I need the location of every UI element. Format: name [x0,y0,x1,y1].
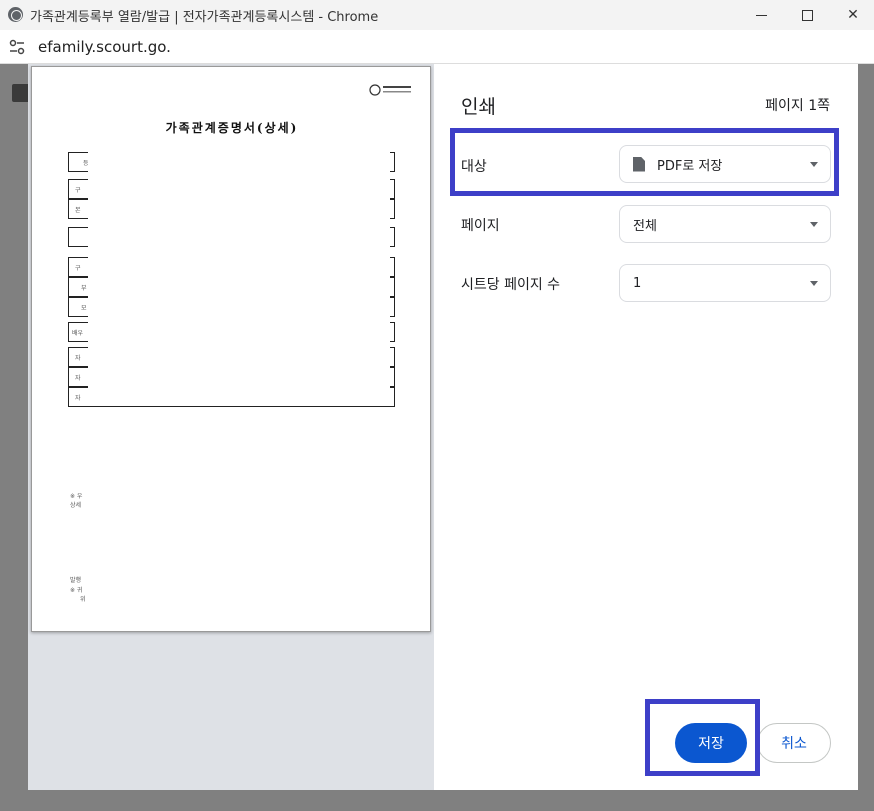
footer-line: 위 [80,596,86,603]
chevron-down-icon [810,281,818,286]
site-info-icon[interactable] [9,39,25,55]
url-text[interactable]: efamily.scourt.go.kı [38,38,184,56]
minimize-button[interactable] [738,0,784,30]
footnote-line: 상세 [70,502,82,509]
close-window-button[interactable]: ✕ [830,0,874,30]
court-logo-icon [369,84,411,96]
window-titlebar: 가족관계등록부 열람/발급 | 전자가족관계등록시스템 - Chrome ✕ [0,0,874,30]
document-title: 가족관계증명서(상세) [165,121,299,135]
save-button[interactable]: 저장 [675,723,747,763]
pages-value: 전체 [633,218,657,234]
row-label: 자 [75,395,81,402]
row-label: 자 [75,355,81,362]
maximize-icon [801,9,813,21]
footnote-line: ※ 우 [70,493,83,500]
url-redaction [172,34,398,60]
pages-select[interactable]: 전체 [619,205,831,243]
preview-page: 가족관계증명서(상세) 등 구 본 구 부 모 배우 자 자 자 ※ 우 상세 … [31,66,431,632]
page-count: 페이지 1쪽 [765,98,830,114]
maximize-button[interactable] [784,0,830,30]
row-label: 본 [75,207,81,214]
print-dialog-title: 인쇄 [461,96,496,118]
footer-line: 발행 [70,577,82,584]
row-label: 배우 [72,330,84,337]
redaction-block [88,151,390,406]
globe-icon [8,7,23,22]
row-label: 자 [75,375,81,382]
chevron-down-icon [810,162,818,167]
footer-line: ※ 귀 [70,587,83,594]
minimize-icon [755,14,767,16]
destination-value: PDF로 저장 [657,158,723,174]
destination-label: 대상 [461,159,487,175]
row-label: 구 [75,187,81,194]
row-label: 모 [81,305,87,312]
cancel-button[interactable]: 취소 [757,723,831,763]
chevron-down-icon [810,222,818,227]
pages-per-sheet-value: 1 [633,275,642,291]
pages-label: 페이지 [461,218,500,234]
pages-per-sheet-select[interactable]: 1 [619,264,831,302]
pages-per-sheet-label: 시트당 페이지 수 [461,277,561,293]
address-bar: efamily.scourt.go.kı [0,30,874,64]
row-label: 부 [81,285,87,292]
pdf-file-icon [633,156,645,172]
row-label: 구 [75,265,81,272]
destination-select[interactable]: PDF로 저장 [619,145,831,183]
window-title: 가족관계등록부 열람/발급 | 전자가족관계등록시스템 - Chrome [30,10,379,25]
